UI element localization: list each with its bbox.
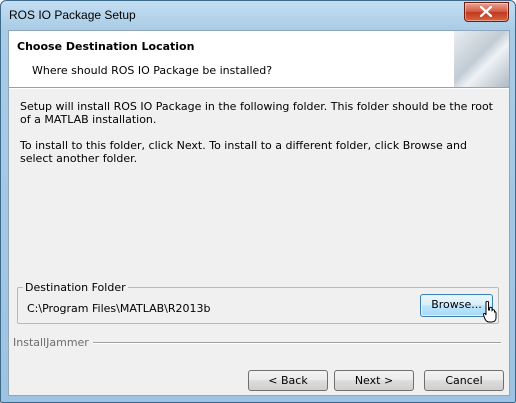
installer-brand-label: InstallJammer [13, 336, 89, 349]
page-title: Choose Destination Location [17, 40, 195, 53]
destination-folder-legend: Destination Folder [23, 281, 128, 294]
back-button[interactable]: < Back [248, 370, 328, 391]
next-button[interactable]: Next > [334, 370, 414, 391]
install-description: Setup will install ROS IO Package in the… [20, 100, 493, 126]
footer-divider [93, 342, 501, 344]
title-bar[interactable]: ROS IO Package Setup [1, 1, 515, 30]
close-icon [480, 6, 492, 17]
hand-cursor-icon [483, 301, 497, 323]
header-banner-image [454, 31, 509, 87]
cancel-button[interactable]: Cancel [424, 370, 504, 391]
destination-path: C:\Program Files\MATLAB\R2013b [27, 302, 211, 315]
window-title: ROS IO Package Setup [9, 8, 136, 22]
close-button[interactable] [464, 2, 509, 22]
install-instructions: To install to this folder, click Next. T… [20, 139, 467, 165]
page-subtitle: Where should ROS IO Package be installed… [32, 64, 273, 77]
setup-window: ROS IO Package Setup Choose Destination … [0, 0, 516, 403]
header-divider [9, 88, 509, 89]
wizard-client-area: Choose Destination Location Where should… [8, 30, 510, 396]
wizard-header: Choose Destination Location Where should… [9, 31, 509, 88]
